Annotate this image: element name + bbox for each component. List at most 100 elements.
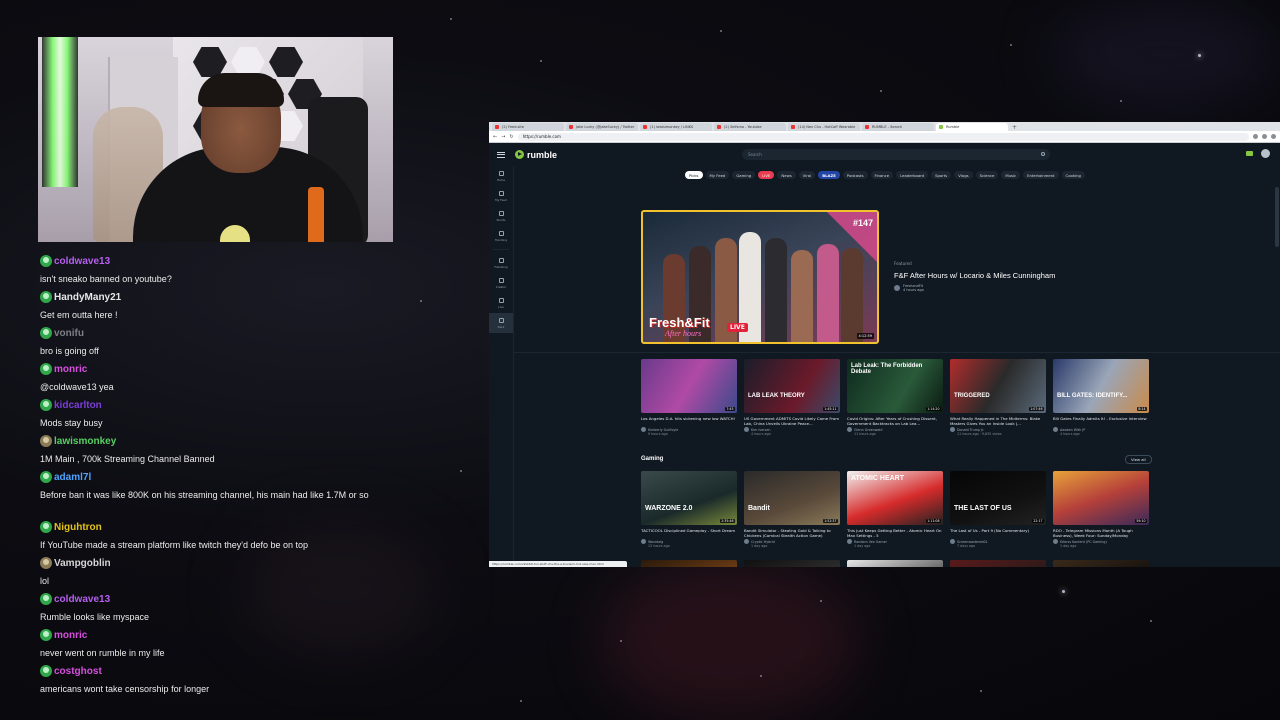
browser-tab[interactable]: Rumble [936,123,1008,131]
video-card[interactable]: ATOMIC HEART 1:11:08 This Just Keeps Getti… [847,471,943,548]
sidebar-item-live[interactable]: Live [489,293,513,313]
video-thumbnail[interactable]: Bandit 1:52:37 [744,471,840,525]
menu-icon[interactable] [1271,134,1276,139]
video-thumbnail[interactable]: 59:10 [1053,471,1149,525]
video-thumbnail[interactable] [1053,560,1149,567]
video-title[interactable]: Bandit Simulator - Stealing Gold & Talki… [744,528,840,538]
new-tab-icon[interactable]: + [1012,124,1017,131]
browser-tab[interactable]: (1) lawisimonkey / LINKS [640,123,712,131]
chat-username[interactable]: Vampgoblin [54,558,111,569]
scrollbar[interactable] [1275,187,1279,247]
chat-username[interactable]: monric [54,364,87,375]
video-thumbnail[interactable]: BATMAN [744,560,840,567]
category-chip-picks[interactable]: Picks [685,171,703,179]
sidebar-item-home[interactable]: Home [489,166,513,186]
category-chip-cooking[interactable]: Cooking [1061,171,1085,179]
category-chip-blaze[interactable]: BLAZE [818,171,840,179]
video-title[interactable]: Bill Gates Finally Admits It! - Exclusiv… [1053,416,1149,426]
video-thumbnail[interactable]: TRIGGERED 1:07:46 [950,359,1046,413]
reload-icon[interactable]: ↻ [509,134,513,140]
video-title[interactable]: US Government ADMITS Covid Likely Came F… [744,416,840,426]
section-title-gaming[interactable]: Gaming [641,456,663,462]
video-title[interactable]: The Last of Us - Part 9 (No Commentary) [950,528,1046,538]
sidebar-item-my-feed[interactable]: My Feed [489,186,513,206]
chat-username[interactable]: lawismonkey [54,436,116,447]
browser-tab[interactable]: Jake Lucky (@JakeSucky) / Twitter [566,123,638,131]
category-chip-live[interactable]: LIVE [758,171,775,179]
category-chip-vlogs[interactable]: Vlogs [954,171,973,179]
chat-username[interactable]: costghost [54,666,102,677]
chat-username[interactable]: vonifu [54,328,84,339]
browser-tab[interactable]: (2) Selfsmo - Youtube [714,123,786,131]
video-title[interactable]: Covid Origins: After Years of Crushing D… [847,416,943,426]
video-card[interactable]: 59:10 RDO - Telegram Missions Month (A To… [1053,471,1149,548]
video-thumbnail[interactable]: ATOMIC HEART 1:11:08 [847,471,943,525]
video-thumbnail[interactable]: WARZONE 2.0 2:35:46 [641,471,737,525]
rumble-logo[interactable]: rumble [515,150,557,160]
video-card[interactable]: 7:45 Los Angeles D.A. hits sickening new … [641,359,737,436]
featured-thumbnail[interactable]: #147 Fresh&Fit After hours LIVE 4:12:59 [641,210,879,344]
chat-username[interactable]: kidcarlton [54,400,102,411]
video-title[interactable]: TACTICOOL Disciplined Gameplay - Short D… [641,528,737,538]
video-thumbnail[interactable]: 7:45 [641,359,737,413]
hamburger-menu-icon[interactable] [497,151,505,158]
category-chip-music[interactable]: Music [1001,171,1021,179]
video-title[interactable]: What Really Happened in The Midterms: Bl… [950,416,1046,426]
video-card[interactable]: LAB LEAK THEORY 1:45:11 US Government ADMI… [744,359,840,436]
chat-avatar-icon [40,255,52,267]
chat-username[interactable]: adaml7l [54,472,91,483]
video-card[interactable]: Lab Leak: The Forbidden Debate 1:14:20 Cov… [847,359,943,436]
chat-username[interactable]: HandyMany21 [54,292,121,303]
extension-icon[interactable] [1253,134,1258,139]
url-input[interactable]: https://rumble.com [517,132,1249,141]
video-thumbnail[interactable]: LAB LEAK THEORY 1:45:11 [744,359,840,413]
category-chip-finance[interactable]: Finance [870,171,894,179]
back-icon[interactable]: ← [493,134,497,140]
featured-title[interactable]: F&F After Hours w/ Locario & Miles Cunni… [894,271,1055,280]
search-input[interactable]: Search [742,149,1050,160]
video-card[interactable]: Bandit 1:52:37 Bandit Simulator - Stealing… [744,471,840,548]
category-chip-viral[interactable]: Viral [798,171,816,179]
video-thumbnail[interactable]: BILL GATES: IDENTIFY... 8:14 [1053,359,1149,413]
browser-tab[interactable]: (2) Feed.site [492,123,564,131]
video-thumbnail[interactable]: Lab Leak: The Forbidden Debate 1:14:20 [847,359,943,413]
chat-username[interactable]: Niguhtron [54,522,102,533]
category-chip-my-feed[interactable]: My Feed [705,171,730,179]
category-chip-entertainment[interactable]: Entertainment [1023,171,1059,179]
category-chip-science[interactable]: Science [975,171,999,179]
view-all-button[interactable]: View all [1125,455,1152,464]
forward-icon[interactable]: → [501,134,505,140]
browser-tab[interactable]: (14) Nex Chu - HotCoff Wearable [788,123,860,131]
profile-icon[interactable] [1262,134,1267,139]
chat-username[interactable]: coldwave13 [54,594,110,605]
category-chip-leaderboard[interactable]: Leaderboard [896,171,929,179]
video-thumbnail[interactable] [847,560,943,567]
sidebar-item-shorts[interactable]: Shorts [489,206,513,226]
user-avatar-icon[interactable] [1261,149,1270,158]
video-card[interactable]: TRIGGERED 1:07:46 What Really Happened in … [950,359,1046,436]
category-chip-podcasts[interactable]: Podcasts [842,171,868,179]
search-icon[interactable] [1041,152,1045,156]
sidebar-item-following[interactable]: Following [489,253,513,273]
featured-channel[interactable]: FreshandFit 4 hours ago [894,284,1055,292]
video-thumbnail[interactable]: THE LAST OF US 22:17 [950,471,1046,525]
video-title[interactable]: Los Angeles D.A. hits sickening new low … [641,416,737,426]
video-thumbnail[interactable]: ENERGY [641,560,737,567]
category-chip-sports[interactable]: Sports [931,171,952,179]
video-thumbnail[interactable] [950,560,1046,567]
sidebar-item-trending[interactable]: Trending [489,226,513,246]
video-title[interactable]: RDO - Telegram Missions Month (A Tough B… [1053,528,1149,538]
video-title[interactable]: This Just Keeps Getting Better - Atomic … [847,528,943,538]
chat-message: coldwave13 Rumble looks like myspace [40,590,468,626]
sidebar-item-dark[interactable]: Dark [489,313,513,333]
sidebar-item-creator[interactable]: Creator [489,273,513,293]
category-chip-news[interactable]: News [777,171,796,179]
upload-icon[interactable] [1246,151,1253,156]
chat-username[interactable]: coldwave13 [54,256,110,267]
video-card[interactable]: THE LAST OF US 22:17 The Last of Us - Part… [950,471,1046,548]
browser-tab[interactable]: RUMBLE - Search [862,123,934,131]
video-card[interactable]: WARZONE 2.0 2:35:46 TACTICOOL Disciplined … [641,471,737,548]
video-card[interactable]: BILL GATES: IDENTIFY... 8:14 Bill Gates Fi… [1053,359,1149,436]
category-chip-gaming[interactable]: Gaming [732,171,756,179]
chat-username[interactable]: monric [54,630,87,641]
